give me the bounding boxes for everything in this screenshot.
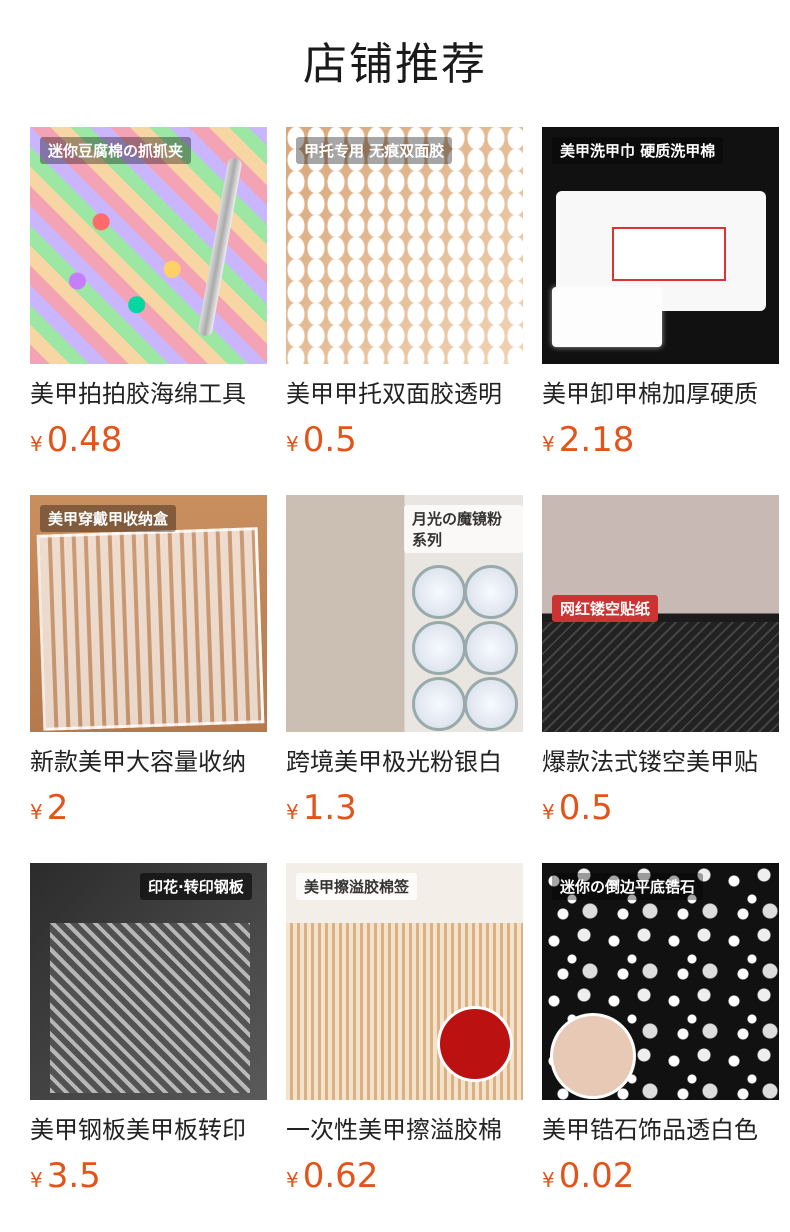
product-title[interactable]: 美甲甲托双面胶透明	[286, 378, 523, 410]
sticker-sheet-graphic	[542, 622, 779, 732]
image-caption: 月光の魔镜粉系列	[404, 505, 523, 553]
currency-symbol: ¥	[30, 1168, 43, 1192]
powder-jar-graphic	[464, 677, 518, 731]
product-card[interactable]: 甲托专用 无痕双面胶 美甲甲托双面胶透明 ¥0.5	[286, 127, 523, 495]
powder-jar-graphic	[464, 565, 518, 619]
powder-jar-graphic	[412, 565, 466, 619]
image-caption: 印花·转印钢板	[140, 873, 252, 900]
product-image[interactable]: 甲托专用 无痕双面胶	[286, 127, 523, 364]
product-price: ¥0.02	[542, 1156, 779, 1202]
product-image[interactable]: 印花·转印钢板	[30, 863, 267, 1100]
cotton-block-graphic	[552, 287, 662, 347]
product-title[interactable]: 跨境美甲极光粉银白	[286, 746, 523, 778]
nail-sample-graphic	[437, 1006, 513, 1082]
image-caption: 甲托专用 无痕双面胶	[296, 137, 453, 164]
product-image[interactable]: 月光の魔镜粉系列	[286, 495, 523, 732]
product-title[interactable]: 一次性美甲擦溢胶棉	[286, 1114, 523, 1146]
price-value: 0.02	[558, 1156, 635, 1196]
stamping-plate-graphic	[50, 923, 250, 1093]
product-card[interactable]: 迷你の倒边平底锆石 美甲锆石饰品透白色 ¥0.02	[542, 863, 779, 1231]
product-title[interactable]: 美甲卸甲棉加厚硬质	[542, 378, 779, 410]
product-title[interactable]: 爆款法式镂空美甲贴	[542, 746, 779, 778]
product-grid: 迷你豆腐棉の抓抓夹 美甲拍拍胶海绵工具 ¥0.48 甲托专用 无痕双面胶 美甲甲…	[30, 127, 779, 1231]
currency-symbol: ¥	[286, 800, 299, 824]
product-card[interactable]: 印花·转印钢板 美甲钢板美甲板转印 ¥3.5	[30, 863, 267, 1231]
image-caption: 迷你豆腐棉の抓抓夹	[40, 137, 192, 164]
powder-jar-graphic	[412, 677, 466, 731]
product-image[interactable]: 美甲擦溢胶棉签	[286, 863, 523, 1100]
nail-sample-graphic	[550, 1013, 636, 1099]
product-price: ¥2.18	[542, 420, 779, 466]
page-title: 店铺推荐	[303, 39, 487, 90]
currency-symbol: ¥	[30, 800, 43, 824]
product-price: ¥3.5	[30, 1156, 267, 1202]
product-price: ¥0.5	[286, 420, 523, 466]
product-card[interactable]: 美甲穿戴甲收纳盒 新款美甲大容量收纳 ¥2	[30, 495, 267, 863]
image-caption: 迷你の倒边平底锆石	[552, 873, 704, 900]
price-value: 0.5	[302, 420, 357, 460]
storage-box-graphic	[36, 527, 265, 731]
price-value: 2	[46, 788, 69, 828]
image-caption: 网红镂空贴纸	[552, 595, 659, 622]
price-value: 0.48	[46, 420, 123, 460]
product-price: ¥0.48	[30, 420, 267, 466]
product-card[interactable]: 网红镂空贴纸 爆款法式镂空美甲贴 ¥0.5	[542, 495, 779, 863]
product-price: ¥0.5	[542, 788, 779, 834]
pack-label-graphic	[612, 227, 726, 281]
currency-symbol: ¥	[542, 1168, 555, 1192]
product-title[interactable]: 美甲钢板美甲板转印	[30, 1114, 267, 1146]
product-image[interactable]: 迷你豆腐棉の抓抓夹	[30, 127, 267, 364]
product-image[interactable]: 迷你の倒边平底锆石	[542, 863, 779, 1100]
currency-symbol: ¥	[542, 432, 555, 456]
product-card[interactable]: 美甲擦溢胶棉签 一次性美甲擦溢胶棉 ¥0.62	[286, 863, 523, 1231]
product-title[interactable]: 新款美甲大容量收纳	[30, 746, 267, 778]
image-caption: 美甲洗甲巾 硬质洗甲棉	[552, 137, 724, 164]
currency-symbol: ¥	[286, 1168, 299, 1192]
tweezer-tool-graphic	[197, 157, 243, 337]
currency-symbol: ¥	[542, 800, 555, 824]
product-title[interactable]: 美甲拍拍胶海绵工具	[30, 378, 267, 410]
product-card[interactable]: 月光の魔镜粉系列 跨境美甲极光粉银白 ¥1.3	[286, 495, 523, 863]
image-caption: 美甲擦溢胶棉签	[296, 873, 418, 900]
price-value: 2.18	[558, 420, 635, 460]
price-value: 1.3	[302, 788, 357, 828]
product-image[interactable]: 美甲穿戴甲收纳盒	[30, 495, 267, 732]
currency-symbol: ¥	[286, 432, 299, 456]
price-value: 3.5	[46, 1156, 101, 1196]
product-price: ¥1.3	[286, 788, 523, 834]
product-image[interactable]: 美甲洗甲巾 硬质洗甲棉	[542, 127, 779, 364]
product-card[interactable]: 迷你豆腐棉の抓抓夹 美甲拍拍胶海绵工具 ¥0.48	[30, 127, 267, 495]
image-caption: 美甲穿戴甲收纳盒	[40, 505, 177, 532]
powder-jar-graphic	[464, 621, 518, 675]
product-card[interactable]: 美甲洗甲巾 硬质洗甲棉 美甲卸甲棉加厚硬质 ¥2.18	[542, 127, 779, 495]
price-value: 0.5	[558, 788, 613, 828]
product-price: ¥0.62	[286, 1156, 523, 1202]
header: 店铺推荐	[0, 0, 790, 126]
product-price: ¥2	[30, 788, 267, 834]
powder-jar-graphic	[412, 621, 466, 675]
price-value: 0.62	[302, 1156, 379, 1196]
product-title[interactable]: 美甲锆石饰品透白色	[542, 1114, 779, 1146]
currency-symbol: ¥	[30, 432, 43, 456]
product-image[interactable]: 网红镂空贴纸	[542, 495, 779, 732]
